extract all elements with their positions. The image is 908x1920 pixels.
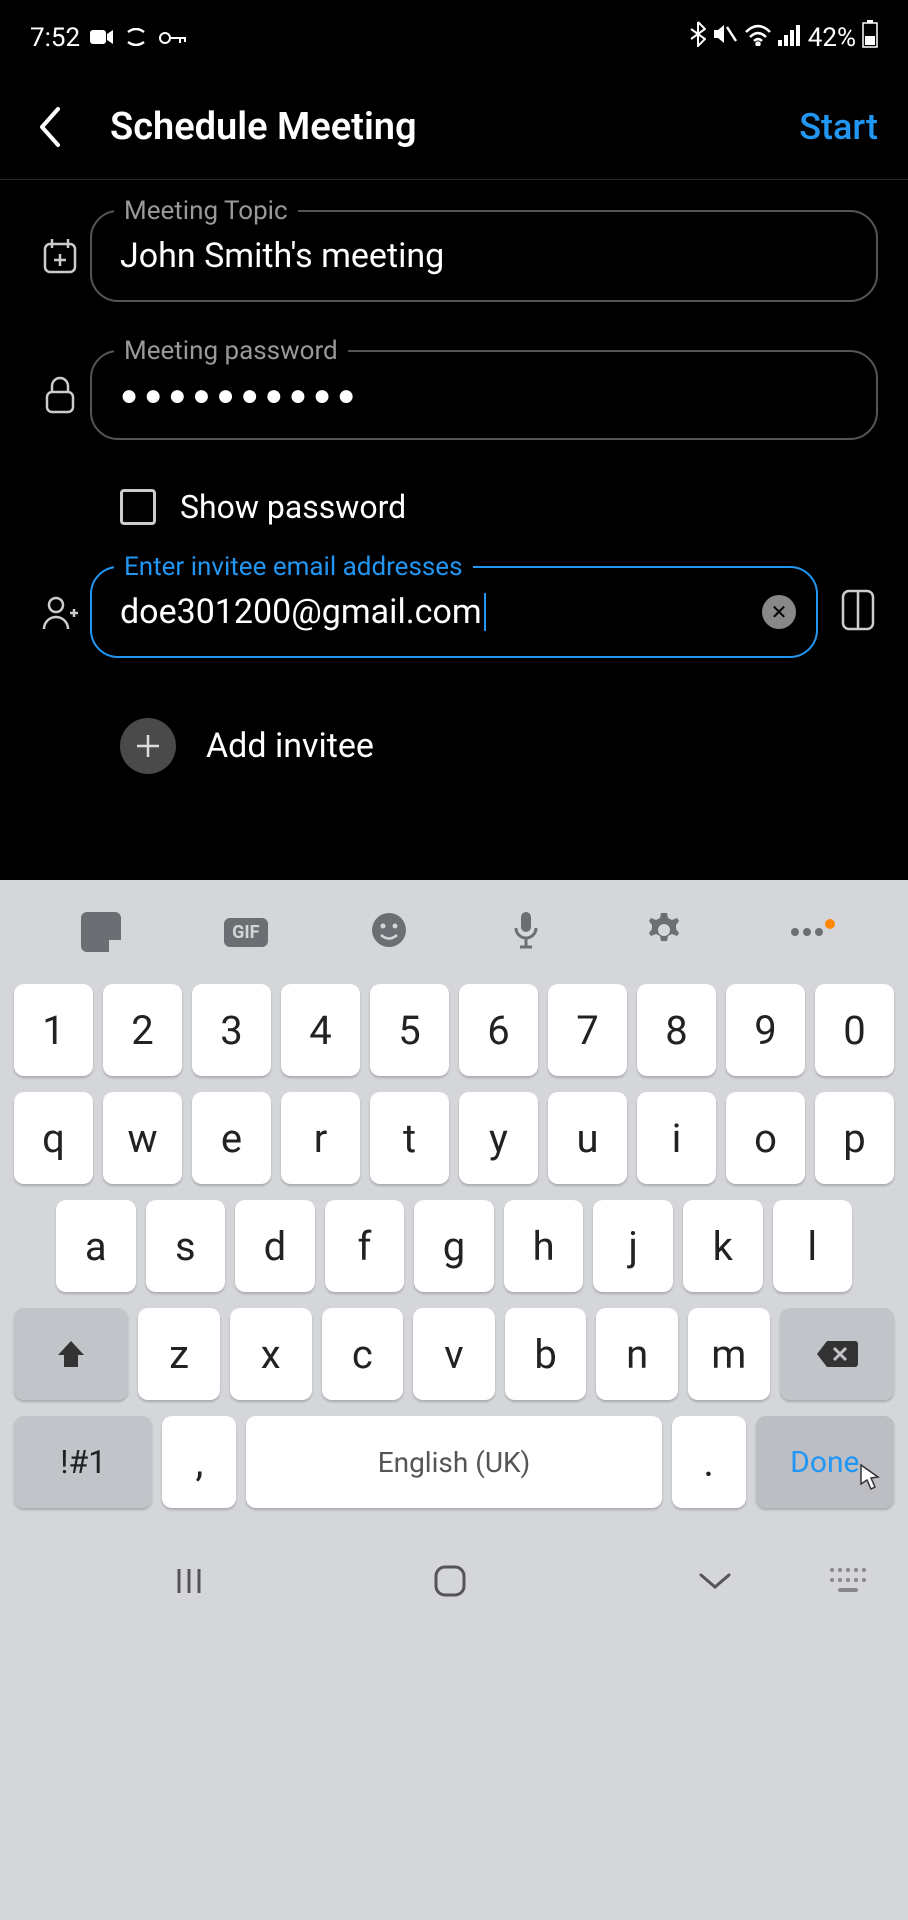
key-h[interactable]: h bbox=[504, 1200, 584, 1292]
sticker-icon[interactable] bbox=[81, 912, 121, 952]
backspace-key[interactable] bbox=[780, 1308, 894, 1400]
key-e[interactable]: e bbox=[192, 1092, 271, 1184]
gear-icon[interactable] bbox=[644, 910, 684, 954]
gif-icon[interactable]: GIF bbox=[224, 922, 267, 943]
key-v[interactable]: v bbox=[413, 1308, 495, 1400]
key-7[interactable]: 7 bbox=[548, 984, 627, 1076]
key-t[interactable]: t bbox=[370, 1092, 449, 1184]
key-p[interactable]: p bbox=[815, 1092, 894, 1184]
show-password-label: Show password bbox=[180, 488, 406, 526]
key-n[interactable]: n bbox=[596, 1308, 678, 1400]
lock-icon bbox=[30, 374, 90, 416]
camera-indicator-icon bbox=[90, 23, 114, 53]
done-key[interactable]: Done bbox=[756, 1416, 894, 1508]
signal-icon bbox=[778, 23, 802, 53]
period-key[interactable]: . bbox=[672, 1416, 746, 1508]
key-z[interactable]: z bbox=[138, 1308, 220, 1400]
calendar-add-icon bbox=[30, 236, 90, 276]
key-4[interactable]: 4 bbox=[281, 984, 360, 1076]
key-l[interactable]: l bbox=[773, 1200, 853, 1292]
key-y[interactable]: y bbox=[459, 1092, 538, 1184]
topic-value: John Smith's meeting bbox=[120, 236, 444, 276]
key-0[interactable]: 0 bbox=[815, 984, 894, 1076]
cast-icon bbox=[124, 23, 148, 53]
mute-icon bbox=[712, 22, 738, 53]
microphone-icon[interactable] bbox=[511, 910, 541, 954]
battery-text: 42% bbox=[808, 23, 856, 53]
keyboard-switch-icon[interactable] bbox=[828, 1566, 868, 1600]
key-f[interactable]: f bbox=[325, 1200, 405, 1292]
show-password-checkbox[interactable] bbox=[120, 489, 156, 525]
key-g[interactable]: g bbox=[414, 1200, 494, 1292]
key-1[interactable]: 1 bbox=[14, 984, 93, 1076]
header: Schedule Meeting Start bbox=[0, 75, 908, 180]
emoji-icon[interactable] bbox=[370, 911, 408, 953]
page-title: Schedule Meeting bbox=[110, 105, 799, 149]
key-d[interactable]: d bbox=[235, 1200, 315, 1292]
wifi-icon bbox=[744, 23, 772, 53]
key-9[interactable]: 9 bbox=[726, 984, 805, 1076]
key-8[interactable]: 8 bbox=[637, 984, 716, 1076]
space-key[interactable]: English (UK) bbox=[246, 1416, 661, 1508]
key-j[interactable]: j bbox=[593, 1200, 673, 1292]
battery-icon bbox=[862, 20, 878, 55]
done-label: Done bbox=[790, 1445, 859, 1480]
text-cursor bbox=[484, 593, 486, 631]
open-contacts-button[interactable] bbox=[838, 587, 878, 637]
key-q[interactable]: q bbox=[14, 1092, 93, 1184]
password-value: ●●●●●●●●●● bbox=[120, 378, 361, 413]
key-w[interactable]: w bbox=[103, 1092, 182, 1184]
back-button[interactable] bbox=[30, 105, 70, 149]
key-i[interactable]: i bbox=[637, 1092, 716, 1184]
shift-key[interactable] bbox=[14, 1308, 128, 1400]
add-person-icon bbox=[30, 593, 90, 631]
key-a[interactable]: a bbox=[56, 1200, 136, 1292]
start-button[interactable]: Start bbox=[799, 106, 878, 148]
bluetooth-icon bbox=[690, 21, 706, 54]
password-label: Meeting password bbox=[114, 336, 348, 366]
key-3[interactable]: 3 bbox=[192, 984, 271, 1076]
add-invitee-button[interactable]: Add invitee bbox=[120, 718, 878, 774]
plus-icon bbox=[120, 718, 176, 774]
key-x[interactable]: x bbox=[230, 1308, 312, 1400]
comma-key[interactable]: , bbox=[162, 1416, 236, 1508]
key-r[interactable]: r bbox=[281, 1092, 360, 1184]
clear-input-button[interactable]: ✕ bbox=[762, 595, 796, 629]
add-invitee-label: Add invitee bbox=[206, 726, 374, 766]
home-nav[interactable] bbox=[432, 1563, 468, 1603]
topic-label: Meeting Topic bbox=[114, 196, 298, 226]
cursor-arrow-icon bbox=[858, 1462, 884, 1500]
key-5[interactable]: 5 bbox=[370, 984, 449, 1076]
key-c[interactable]: c bbox=[322, 1308, 404, 1400]
key-b[interactable]: b bbox=[505, 1308, 587, 1400]
show-password-row[interactable]: Show password bbox=[120, 488, 878, 526]
status-time: 7:52 bbox=[30, 23, 80, 53]
symbol-key[interactable]: !#1 bbox=[14, 1416, 152, 1508]
hide-keyboard-nav[interactable] bbox=[695, 1569, 735, 1597]
vpn-key-icon bbox=[158, 23, 188, 53]
key-o[interactable]: o bbox=[726, 1092, 805, 1184]
key-s[interactable]: s bbox=[146, 1200, 226, 1292]
key-m[interactable]: m bbox=[688, 1308, 770, 1400]
key-6[interactable]: 6 bbox=[459, 984, 538, 1076]
invitee-label: Enter invitee email addresses bbox=[114, 552, 473, 582]
status-bar: 7:52 42% bbox=[0, 0, 908, 75]
key-k[interactable]: k bbox=[683, 1200, 763, 1292]
keyboard: GIF 1 2 3 4 5 6 7 8 9 0 q w bbox=[0, 880, 908, 1920]
recents-nav[interactable] bbox=[173, 1565, 205, 1601]
invitee-value: doe301200@gmail.com bbox=[120, 592, 482, 632]
more-icon[interactable] bbox=[787, 923, 827, 942]
key-2[interactable]: 2 bbox=[103, 984, 182, 1076]
key-u[interactable]: u bbox=[548, 1092, 627, 1184]
